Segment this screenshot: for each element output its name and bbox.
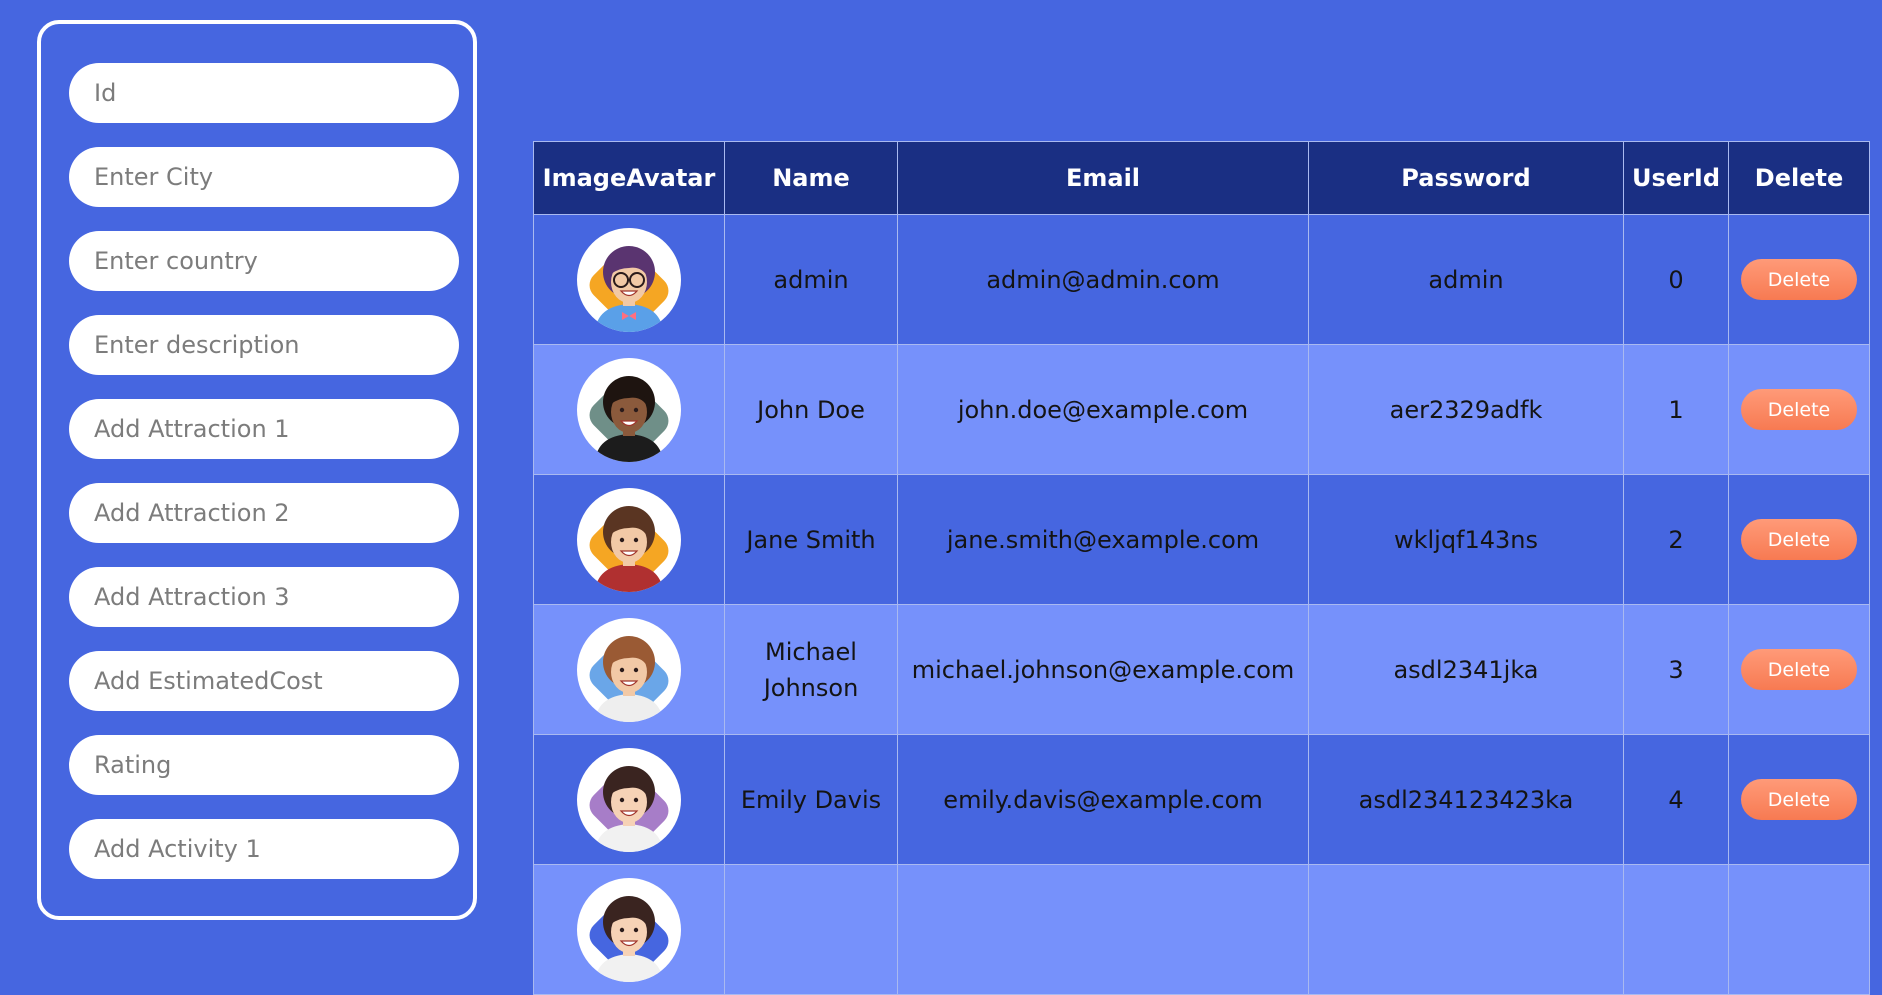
email-cell: emily.davis@example.com [897,734,1309,865]
avatar [577,227,681,332]
table-header-row: ImageAvatar Name Email Password UserId D… [533,141,1870,215]
delete-button[interactable]: Delete [1741,649,1857,690]
activity-1-input[interactable] [69,819,459,879]
table-row: Emily Davis emily.davis@example.com asdl23… [533,734,1870,865]
delete-button[interactable]: Delete [1741,389,1857,430]
avatar-cell [533,864,725,995]
attraction-1-input[interactable] [69,399,459,459]
password-cell: asdl234123423ka [1308,734,1624,865]
delete-cell: Delete [1728,474,1870,605]
header-name: Name [724,141,898,215]
header-delete: Delete [1728,141,1870,215]
password-cell: wkljqf143ns [1308,474,1624,605]
table-row: Michael Johnson michael.johnson@example.c… [533,604,1870,735]
avatar-cell [533,344,725,475]
country-input[interactable] [69,231,459,291]
attraction-3-input[interactable] [69,567,459,627]
delete-cell [1728,864,1870,995]
email-cell: jane.smith@example.com [897,474,1309,605]
delete-cell: Delete [1728,344,1870,475]
userid-cell: 4 [1623,734,1729,865]
avatar [577,747,681,852]
description-input[interactable] [69,315,459,375]
avatar [577,617,681,722]
avatar [577,877,681,982]
header-password: Password [1308,141,1624,215]
email-cell: michael.johnson@example.com [897,604,1309,735]
table-row: John Doe john.doe@example.com aer2329adfk 1… [533,344,1870,475]
delete-cell: Delete [1728,604,1870,735]
email-cell: admin@admin.com [897,214,1309,345]
delete-cell: Delete [1728,214,1870,345]
email-cell [897,864,1309,995]
password-cell: aer2329adfk [1308,344,1624,475]
header-image-avatar: ImageAvatar [533,141,725,215]
delete-cell: Delete [1728,734,1870,865]
userid-cell: 3 [1623,604,1729,735]
trip-form-panel [37,20,477,920]
name-cell: Jane Smith [724,474,898,605]
header-userid: UserId [1623,141,1729,215]
header-email: Email [897,141,1309,215]
email-cell: john.doe@example.com [897,344,1309,475]
city-input[interactable] [69,147,459,207]
userid-cell: 1 [1623,344,1729,475]
userid-cell: 0 [1623,214,1729,345]
password-cell [1308,864,1624,995]
avatar [577,487,681,592]
userid-cell: 2 [1623,474,1729,605]
password-cell: admin [1308,214,1624,345]
delete-button[interactable]: Delete [1741,779,1857,820]
table-row: admin admin@admin.com admin 0 Delete [533,214,1870,345]
table-row: Jane Smith jane.smith@example.com wkljqf14… [533,474,1870,605]
password-cell: asdl2341jka [1308,604,1624,735]
estimated-cost-input[interactable] [69,651,459,711]
rating-input[interactable] [69,735,459,795]
attraction-2-input[interactable] [69,483,459,543]
name-cell [724,864,898,995]
avatar-cell [533,604,725,735]
users-table-container: ImageAvatar Name Email Password UserId D… [533,141,1870,995]
users-table: ImageAvatar Name Email Password UserId D… [533,141,1870,995]
avatar-cell [533,214,725,345]
delete-button[interactable]: Delete [1741,259,1857,300]
name-cell: John Doe [724,344,898,475]
name-cell: Emily Davis [724,734,898,865]
avatar-cell [533,474,725,605]
userid-cell [1623,864,1729,995]
delete-button[interactable]: Delete [1741,519,1857,560]
avatar [577,357,681,462]
avatar-cell [533,734,725,865]
name-cell: Michael Johnson [724,604,898,735]
name-cell: admin [724,214,898,345]
table-row [533,864,1870,995]
id-input[interactable] [69,63,459,123]
